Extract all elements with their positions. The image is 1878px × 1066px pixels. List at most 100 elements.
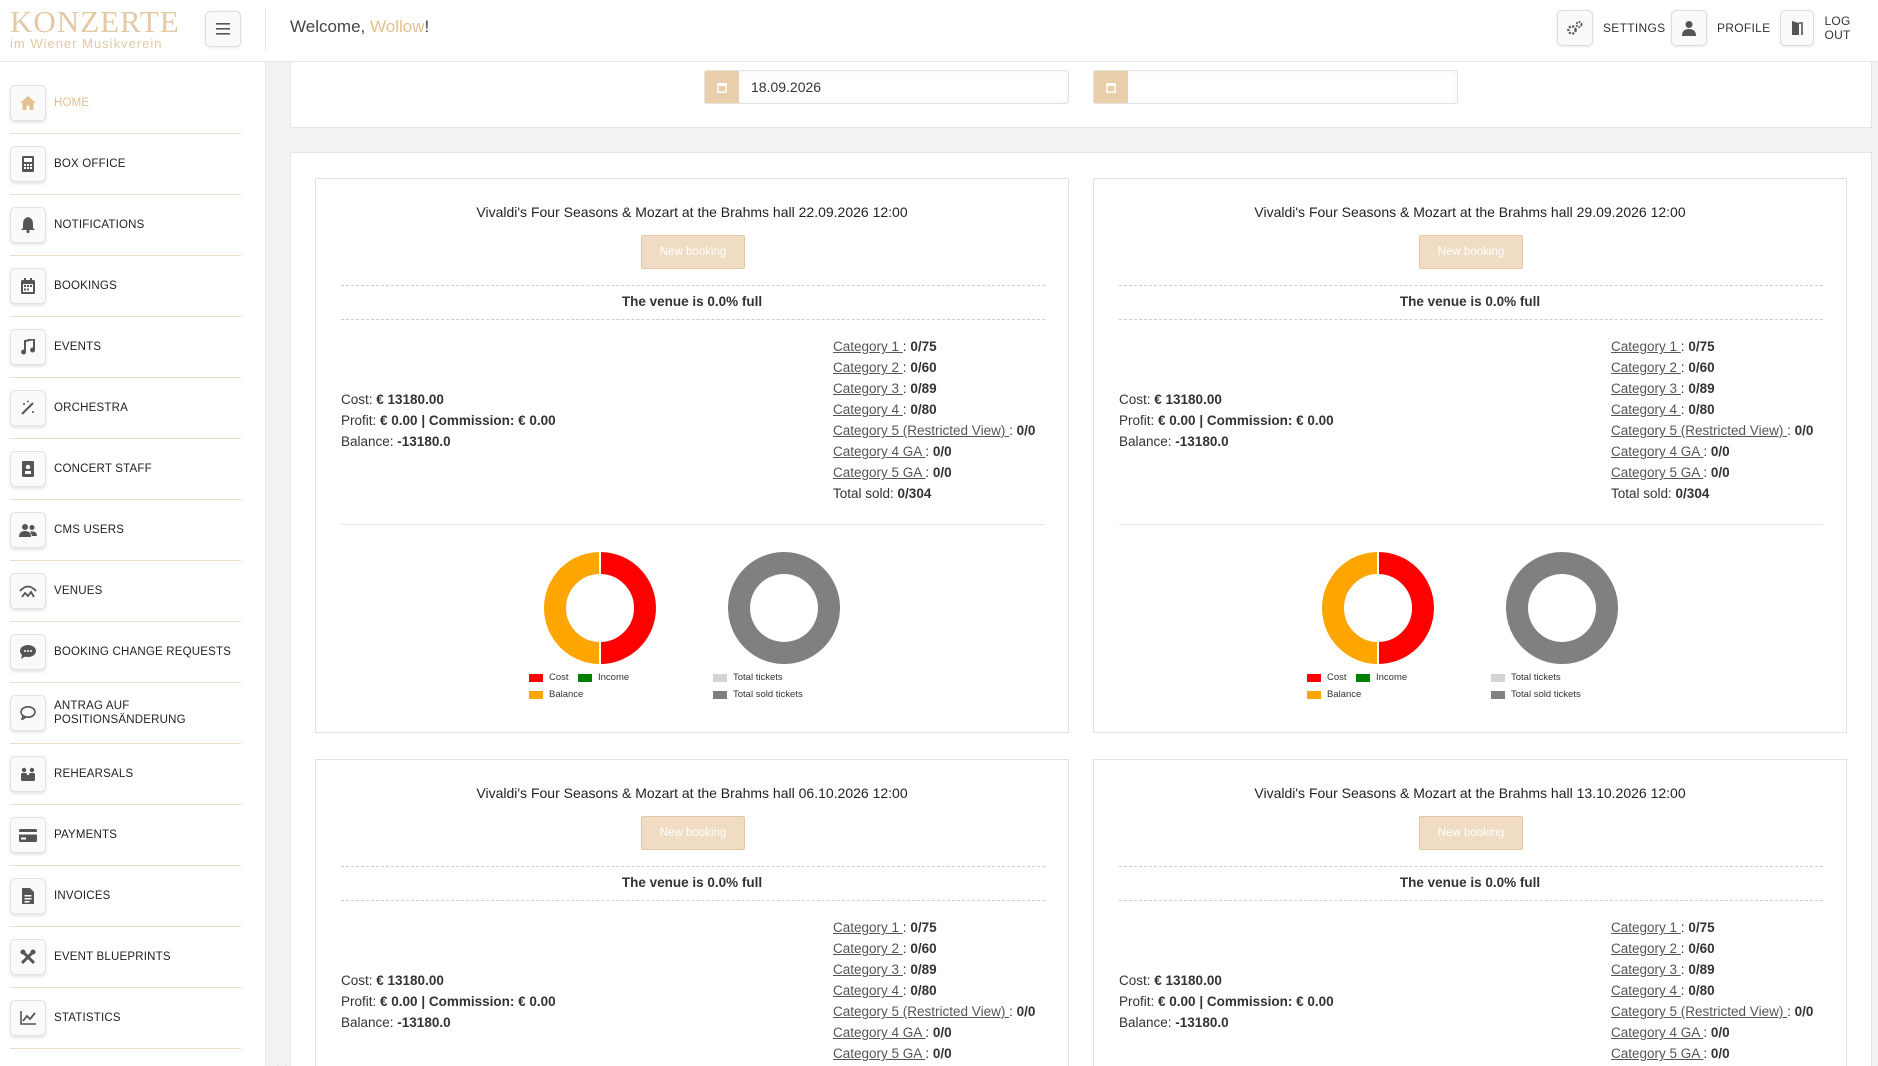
legend-swatch	[1491, 673, 1505, 682]
category-list: Category 1 : 0/75 Category 2 : 0/60 Cate…	[1611, 336, 1813, 504]
category-count: 0/80	[1688, 402, 1715, 417]
chart-slice-total-sold-tickets[interactable]	[726, 550, 842, 666]
sidebar-item-statistics[interactable]: STATISTICS	[10, 988, 241, 1049]
legend-item-balance[interactable]: Balance	[529, 689, 583, 700]
profile-button[interactable]: PROFILE	[1671, 10, 1770, 46]
category-link[interactable]: Category 5 (Restricted View)	[833, 1004, 1009, 1019]
event-title: Vivaldi's Four Seasons & Mozart at the B…	[1254, 204, 1686, 220]
category-link[interactable]: Category 1	[1611, 920, 1681, 935]
category-list: Category 1 : 0/75 Category 2 : 0/60 Cate…	[833, 917, 1035, 1064]
category-count: 0/75	[1688, 339, 1715, 354]
chart-slice-cost[interactable]	[1377, 550, 1436, 666]
category-link[interactable]: Category 2	[1611, 360, 1681, 375]
category-row: Category 4 GA : 0/0	[1611, 1025, 1730, 1040]
separator: |	[417, 413, 429, 428]
category-row: Category 5 GA : 0/0	[833, 465, 952, 480]
category-link[interactable]: Category 1	[833, 339, 903, 354]
legend-item-total-sold-tickets[interactable]: Total sold tickets	[713, 689, 803, 700]
sidebar-item-cms-users[interactable]: CMS USERS	[10, 500, 241, 561]
category-link[interactable]: Category 3	[833, 962, 903, 977]
sidebar-item-event-blueprints[interactable]: EVENT BLUEPRINTS	[10, 927, 241, 988]
category-link[interactable]: Category 2	[1611, 941, 1681, 956]
chart-slice-total-sold-tickets[interactable]	[1504, 550, 1620, 666]
category-link[interactable]: Category 1	[833, 920, 903, 935]
category-link[interactable]: Category 4	[833, 402, 903, 417]
category-count: 0/0	[1794, 1004, 1814, 1019]
category-link[interactable]: Category 3	[1611, 962, 1681, 977]
commission-label: Commission:	[1206, 413, 1297, 428]
date-from-value: 18.09.2026	[751, 79, 822, 95]
category-link[interactable]: Category 4 GA	[833, 1025, 925, 1040]
category-link[interactable]: Category 3	[833, 381, 903, 396]
sidebar-item-payments[interactable]: PAYMENTS	[10, 805, 241, 866]
balance-value: -13180.0	[1175, 1015, 1229, 1030]
logo[interactable]: KONZERTE im Wiener Musikverein	[10, 6, 180, 52]
date-from-field[interactable]: 18.09.2026	[704, 70, 1069, 104]
category-link[interactable]: Category 4 GA	[1611, 444, 1703, 459]
new-booking-button[interactable]: New booking	[1419, 816, 1523, 850]
category-link[interactable]: Category 4	[1611, 983, 1681, 998]
category-link[interactable]: Category 4	[833, 983, 903, 998]
sidebar-item-antrag-auf-positionsaenderung[interactable]: ANTRAG AUF POSITIONSÄNDERUNG	[10, 683, 241, 744]
legend-item-total-tickets[interactable]: Total tickets	[1491, 672, 1561, 683]
divider	[1119, 524, 1823, 525]
category-link[interactable]: Category 4 GA	[1611, 1025, 1703, 1040]
sidebar-item-bookings[interactable]: BOOKINGS	[10, 256, 241, 317]
invoice-icon	[10, 878, 46, 914]
category-link[interactable]: Category 2	[833, 941, 903, 956]
cost-value: € 13180.00	[1154, 973, 1222, 988]
event-title: Vivaldi's Four Seasons & Mozart at the B…	[476, 785, 908, 801]
legend-item-balance[interactable]: Balance	[1307, 689, 1361, 700]
commission-label: Commission:	[1206, 994, 1297, 1009]
sidebar-item-venues[interactable]: VENUES	[10, 561, 241, 622]
chart-slice-balance[interactable]	[1320, 550, 1379, 666]
legend-swatch	[1307, 673, 1321, 682]
chart-slice-balance[interactable]	[542, 550, 601, 666]
category-link[interactable]: Category 5 GA	[833, 465, 925, 480]
legend-item-total-tickets[interactable]: Total tickets	[713, 672, 783, 683]
category-count: 0/89	[1688, 381, 1715, 396]
menu-toggle-button[interactable]	[205, 11, 241, 47]
people-icon	[10, 756, 46, 792]
date-to-field[interactable]	[1093, 70, 1458, 104]
divider	[1119, 900, 1823, 901]
sidebar-item-orchestra[interactable]: ORCHESTRA	[10, 378, 241, 439]
category-link[interactable]: Category 4	[1611, 402, 1681, 417]
category-link[interactable]: Category 2	[833, 360, 903, 375]
sidebar-item-home[interactable]: HOME	[10, 73, 241, 134]
chart-slice-cost[interactable]	[599, 550, 658, 666]
venue-icon	[10, 573, 46, 609]
legend-item-income[interactable]: Income	[1356, 672, 1407, 683]
logo-subtitle: im Wiener Musikverein	[10, 36, 163, 51]
legend-item-cost[interactable]: Cost	[1307, 672, 1347, 683]
category-link[interactable]: Category 5 GA	[1611, 1046, 1703, 1061]
new-booking-button[interactable]: New booking	[641, 816, 745, 850]
sidebar-item-notifications[interactable]: NOTIFICATIONS	[10, 195, 241, 256]
settings-button[interactable]: SETTINGS	[1557, 10, 1665, 46]
profit-value: € 0.00	[380, 994, 418, 1009]
sidebar-item-events[interactable]: EVENTS	[10, 317, 241, 378]
sidebar-item-label: HOME	[54, 97, 90, 109]
legend-item-income[interactable]: Income	[578, 672, 629, 683]
category-link[interactable]: Category 5 GA	[1611, 465, 1703, 480]
category-link[interactable]: Category 3	[1611, 381, 1681, 396]
legend-item-total-sold-tickets[interactable]: Total sold tickets	[1491, 689, 1581, 700]
category-link[interactable]: Category 5 GA	[833, 1046, 925, 1061]
sidebar-item-booking-change-requests[interactable]: BOOKING CHANGE REQUESTS	[10, 622, 241, 683]
new-booking-button[interactable]: New booking	[1419, 235, 1523, 269]
sidebar-item-concert-staff[interactable]: CONCERT STAFF	[10, 439, 241, 500]
new-booking-button[interactable]: New booking	[641, 235, 745, 269]
legend-item-cost[interactable]: Cost	[529, 672, 569, 683]
category-link[interactable]: Category 1	[1611, 339, 1681, 354]
category-row: Category 4 : 0/80	[1611, 402, 1715, 417]
sidebar-item-box-office[interactable]: BOX OFFICE	[10, 134, 241, 195]
tickets-doughnut-chart	[1504, 550, 1620, 666]
profit-label: Profit:	[341, 994, 381, 1009]
category-link[interactable]: Category 5 (Restricted View)	[1611, 423, 1787, 438]
category-link[interactable]: Category 5 (Restricted View)	[833, 423, 1009, 438]
sidebar-item-invoices[interactable]: INVOICES	[10, 866, 241, 927]
category-link[interactable]: Category 4 GA	[833, 444, 925, 459]
category-link[interactable]: Category 5 (Restricted View)	[1611, 1004, 1787, 1019]
logout-button[interactable]: LOG OUT	[1780, 10, 1878, 46]
sidebar-item-rehearsals[interactable]: REHEARSALS	[10, 744, 241, 805]
